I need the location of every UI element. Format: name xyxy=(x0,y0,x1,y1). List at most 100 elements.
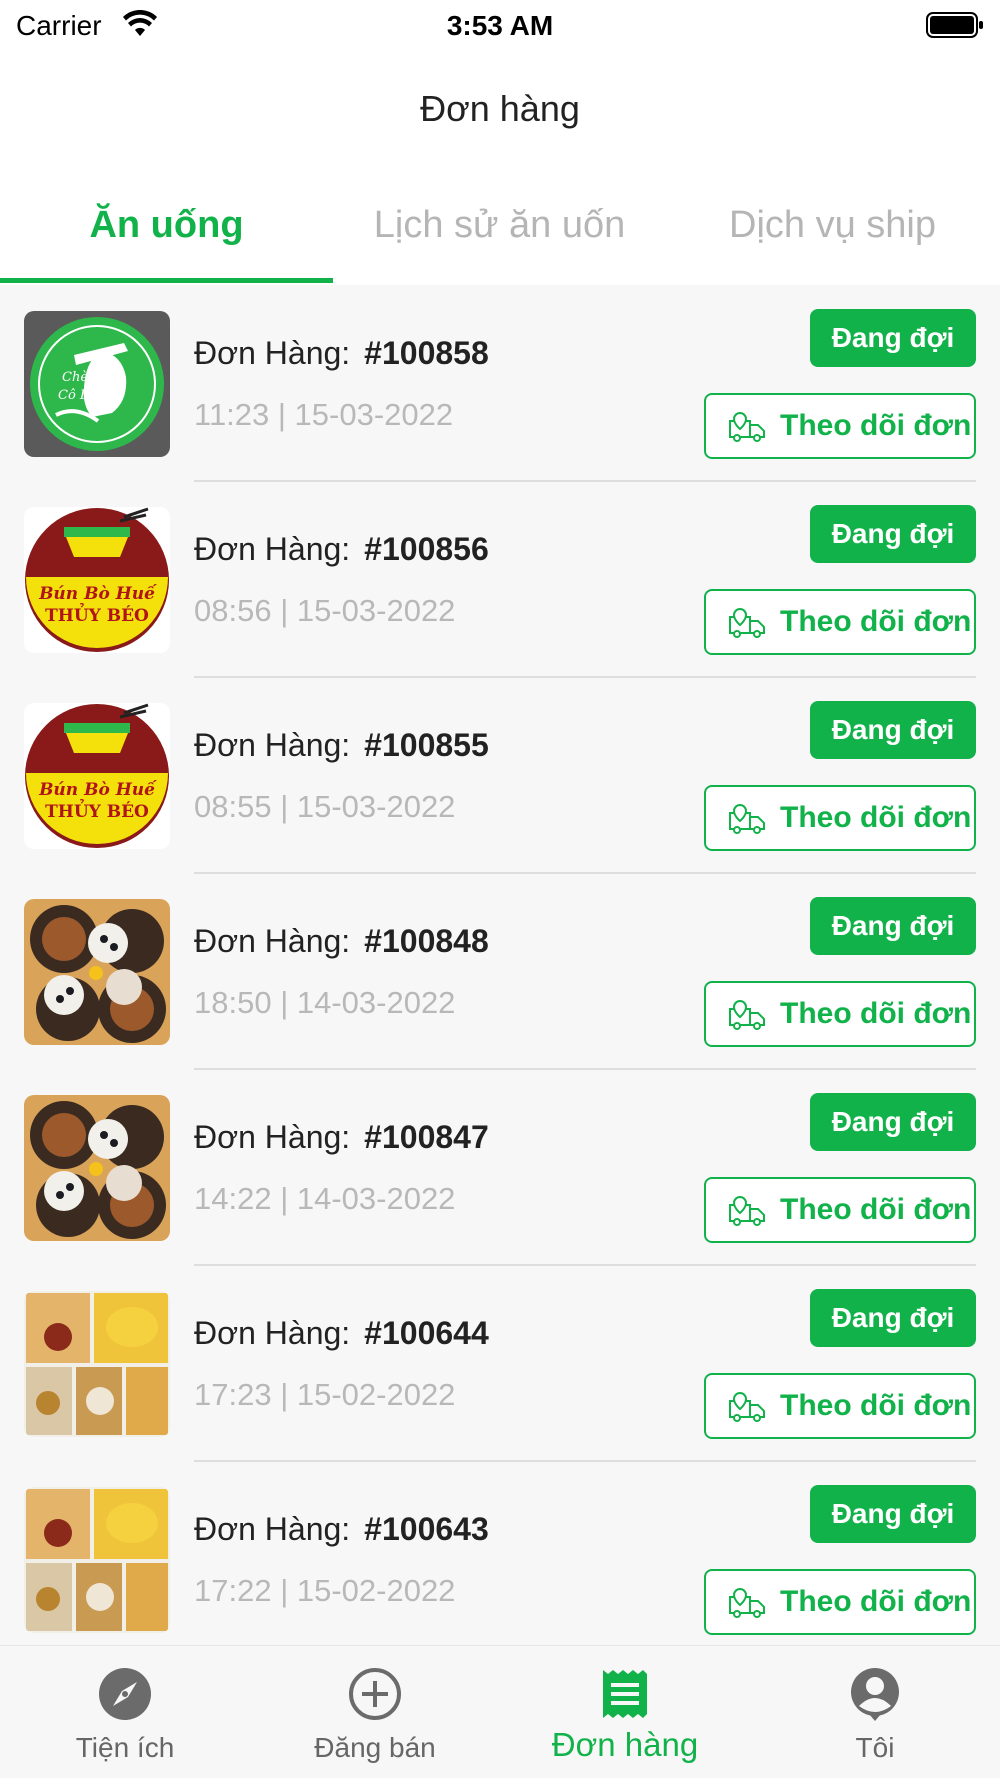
order-row[interactable]: Bún Bò Huế THỦY BÉO Đơn Hàng: #100856 08:… xyxy=(0,481,1000,678)
order-number: #100856 xyxy=(364,531,489,567)
order-number-line: Đơn Hàng: #100856 xyxy=(194,531,489,568)
order-time: 11:23 | 15-03-2022 xyxy=(194,397,454,432)
track-order-button[interactable]: Theo dõi đơn xyxy=(704,1177,976,1243)
active-tab-indicator xyxy=(0,278,333,283)
order-number-line: Đơn Hàng: #100643 xyxy=(194,1511,489,1548)
order-time: 08:56 | 15-03-2022 xyxy=(194,593,456,628)
thumb-text: THỦY BÉO xyxy=(45,603,149,626)
svg-text:Cô Ba: Cô Ba xyxy=(58,388,97,403)
order-label: Đơn Hàng: xyxy=(194,1511,351,1547)
order-row[interactable]: Đơn Hàng: #100847 14:22 | 14-03-2022 Đang… xyxy=(0,1069,1000,1266)
order-number: #100855 xyxy=(364,727,489,763)
order-label: Đơn Hàng: xyxy=(194,1315,351,1351)
order-row[interactable]: Bún Bò Huế THỦY BÉO Đơn Hàng: #100855 08:… xyxy=(0,677,1000,874)
status-badge: Đang đợi xyxy=(810,1485,976,1543)
battery-icon xyxy=(926,12,983,38)
tabbar-label: Đăng bán xyxy=(314,1732,436,1763)
thumb-text: THỦY BÉO xyxy=(45,799,149,822)
track-order-label: Theo dõi đơn xyxy=(780,605,972,638)
order-number-line: Đơn Hàng: #100847 xyxy=(194,1119,489,1156)
user-icon xyxy=(851,1668,899,1721)
order-number-line: Đơn Hàng: #100848 xyxy=(194,923,489,960)
order-row[interactable]: Đơn Hàng: #100848 18:50 | 14-03-2022 Đang… xyxy=(0,873,1000,1070)
status-badge: Đang đợi xyxy=(810,897,976,955)
order-time: 14:22 | 14-03-2022 xyxy=(194,1181,456,1216)
order-list[interactable]: Chè Cô Ba Đơn Hàng: #100858 11:23 | 15-03… xyxy=(0,285,1000,1645)
status-badge: Đang đợi xyxy=(810,1093,976,1151)
tabbar-label: Tôi xyxy=(855,1732,895,1763)
tabbar-item-don-hang[interactable]: Đơn hàng xyxy=(500,1646,750,1778)
shop-thumbnail-bun-bo-hue: Bún Bò Huế THỦY BÉO xyxy=(24,703,170,849)
plus-circle-icon xyxy=(349,1668,401,1720)
order-row[interactable]: Chè Cô Ba Đơn Hàng: #100858 11:23 | 15-03… xyxy=(0,285,1000,482)
order-row[interactable]: Đơn Hàng: #100643 17:22 | 15-02-2022 Đang… xyxy=(0,1461,1000,1645)
order-number-line: Đơn Hàng: #100858 xyxy=(194,335,489,372)
order-number-line: Đơn Hàng: #100644 xyxy=(194,1315,489,1352)
shop-thumbnail-che-co-ba: Chè Cô Ba xyxy=(24,311,170,457)
track-order-label: Theo dõi đơn xyxy=(780,801,972,834)
track-order-button[interactable]: Theo dõi đơn xyxy=(704,393,976,459)
track-order-label: Theo dõi đơn xyxy=(780,1585,972,1618)
order-time: 17:23 | 15-02-2022 xyxy=(194,1377,456,1412)
track-order-button[interactable]: Theo dõi đơn xyxy=(704,1569,976,1635)
track-order-label: Theo dõi đơn xyxy=(780,1389,972,1422)
status-badge: Đang đợi xyxy=(810,701,976,759)
order-label: Đơn Hàng: xyxy=(194,727,351,763)
order-number: #100644 xyxy=(364,1315,489,1351)
shop-thumbnail-chicken xyxy=(24,1487,170,1633)
delivery-truck-icon xyxy=(729,999,765,1030)
track-order-label: Theo dõi đơn xyxy=(780,409,972,442)
track-order-button[interactable]: Theo dõi đơn xyxy=(704,589,976,655)
delivery-truck-icon xyxy=(729,1195,765,1226)
tab-dich-vu-ship[interactable]: Dịch vụ ship xyxy=(666,170,999,285)
status-badge: Đang đợi xyxy=(810,309,976,367)
status-badge: Đang đợi xyxy=(810,505,976,563)
delivery-truck-icon xyxy=(729,1587,765,1618)
shop-thumbnail-dessert xyxy=(24,899,170,1045)
receipt-icon xyxy=(603,1670,647,1718)
thumb-text: Bún Bò Huế xyxy=(38,780,157,800)
delivery-truck-icon xyxy=(729,1391,765,1422)
tab-lich-su-an-uong[interactable]: Lịch sử ăn uốn xyxy=(333,170,666,285)
track-order-button[interactable]: Theo dõi đơn xyxy=(704,1373,976,1439)
tabbar-label: Đơn hàng xyxy=(551,1726,699,1763)
delivery-truck-icon xyxy=(729,411,765,442)
order-label: Đơn Hàng: xyxy=(194,923,351,959)
clock: 3:53 AM xyxy=(446,10,554,41)
status-bar: Carrier 3:53 AM xyxy=(0,0,1000,50)
shop-thumbnail-chicken xyxy=(24,1291,170,1437)
compass-icon xyxy=(99,1668,151,1720)
order-number: #100847 xyxy=(364,1119,489,1155)
track-order-button[interactable]: Theo dõi đơn xyxy=(704,785,976,851)
order-time: 18:50 | 14-03-2022 xyxy=(194,985,456,1020)
page-title: Đơn hàng xyxy=(420,88,580,129)
track-order-label: Theo dõi đơn xyxy=(780,1193,972,1226)
tabbar-item-toi[interactable]: Tôi xyxy=(750,1646,1000,1778)
order-time: 08:55 | 15-03-2022 xyxy=(194,789,456,824)
order-label: Đơn Hàng: xyxy=(194,335,351,371)
order-row[interactable]: Đơn Hàng: #100644 17:23 | 15-02-2022 Đang… xyxy=(0,1265,1000,1462)
track-order-button[interactable]: Theo dõi đơn xyxy=(704,981,976,1047)
status-badge: Đang đợi xyxy=(810,1289,976,1347)
order-number: #100858 xyxy=(364,335,489,371)
order-tabs: Ăn uống Lịch sử ăn uốn Dịch vụ ship xyxy=(0,170,1000,285)
tabbar-label: Tiện ích xyxy=(75,1732,175,1763)
tab-an-uong[interactable]: Ăn uống xyxy=(0,170,333,285)
bottom-tab-bar: Tiện ích Đăng bán Đơn hàng Tôi xyxy=(0,1645,1000,1778)
navigation-bar: Đơn hàng xyxy=(0,50,1000,170)
thumb-text: Bún Bò Huế xyxy=(38,584,157,604)
delivery-truck-icon xyxy=(729,607,765,638)
order-label: Đơn Hàng: xyxy=(194,1119,351,1155)
order-time: 17:22 | 15-02-2022 xyxy=(194,1573,456,1608)
order-number: #100848 xyxy=(364,923,489,959)
tabbar-item-tien-ich[interactable]: Tiện ích xyxy=(0,1646,250,1778)
order-number: #100643 xyxy=(364,1511,489,1547)
tabbar-item-dang-ban[interactable]: Đăng bán xyxy=(250,1646,500,1778)
order-number-line: Đơn Hàng: #100855 xyxy=(194,727,489,764)
delivery-truck-icon xyxy=(729,803,765,834)
track-order-label: Theo dõi đơn xyxy=(780,997,972,1030)
shop-thumbnail-bun-bo-hue: Bún Bò Huế THỦY BÉO xyxy=(24,507,170,653)
shop-thumbnail-dessert xyxy=(24,1095,170,1241)
svg-text:Chè: Chè xyxy=(62,370,88,385)
order-label: Đơn Hàng: xyxy=(194,531,351,567)
